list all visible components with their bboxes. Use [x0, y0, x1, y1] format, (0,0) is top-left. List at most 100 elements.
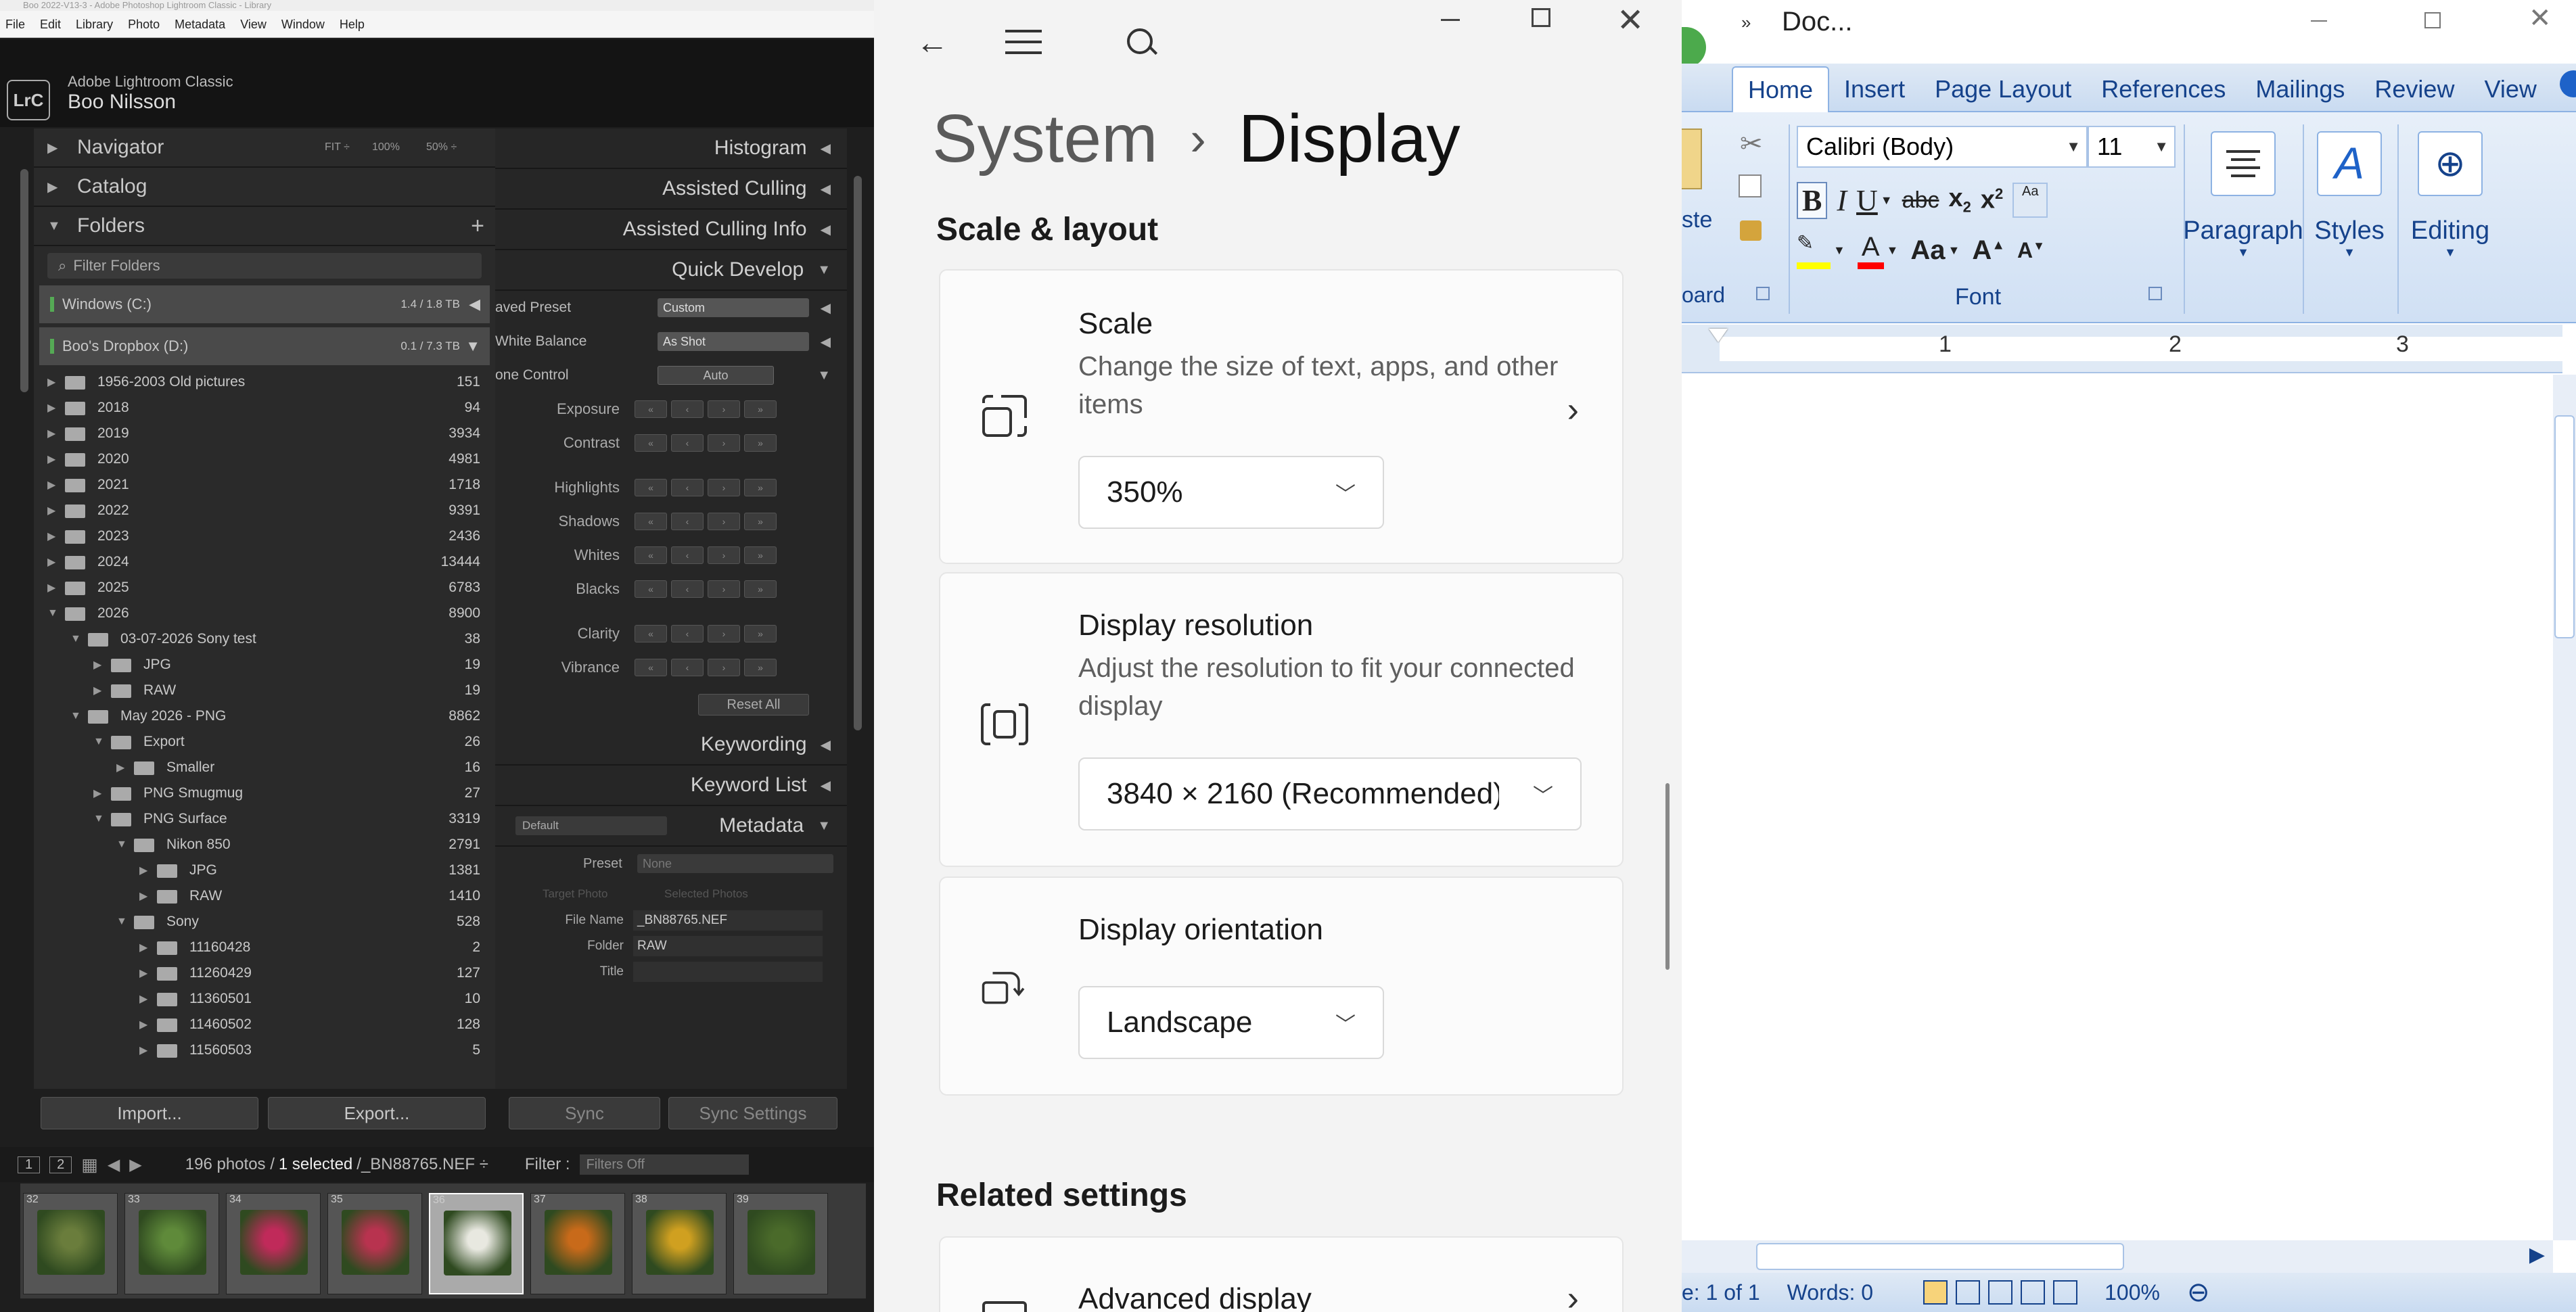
- collapse-icon[interactable]: ▶: [47, 478, 65, 492]
- collapse-icon[interactable]: ▶: [93, 658, 111, 672]
- folder-item[interactable]: ▶ RAW 1410: [34, 883, 495, 909]
- adjust-button[interactable]: «: [635, 659, 667, 676]
- adjust-button[interactable]: ›: [708, 479, 740, 496]
- expand-icon[interactable]: ▼: [93, 813, 111, 825]
- adjust-button[interactable]: ›: [708, 513, 740, 530]
- adjust-button[interactable]: «: [635, 479, 667, 496]
- view-buttons[interactable]: [1923, 1280, 2078, 1305]
- search-icon[interactable]: [1127, 28, 1153, 54]
- clipboard-launcher-icon[interactable]: [1756, 287, 1770, 300]
- indent-marker-icon[interactable]: [1709, 329, 1728, 342]
- folders-header[interactable]: ▼ Folders +: [34, 207, 495, 246]
- forward-arrow-icon[interactable]: ▶: [129, 1155, 141, 1175]
- adjust-button[interactable]: ‹: [671, 513, 704, 530]
- collapse-icon[interactable]: ▶: [47, 581, 65, 594]
- target-photo-button[interactable]: Target Photo: [543, 887, 607, 901]
- quick-access-chevron-icon[interactable]: »: [1741, 12, 1751, 33]
- adjust-button[interactable]: »: [744, 625, 777, 642]
- histogram-header[interactable]: Histogram ◀: [495, 128, 847, 169]
- folder-item[interactable]: ▶ 2021 1718: [34, 472, 495, 498]
- copy-icon[interactable]: [1739, 174, 1762, 197]
- volume-d[interactable]: Boo's Dropbox (D:) 0.1 / 7.3 TB ▼: [39, 327, 490, 365]
- adjust-button[interactable]: «: [635, 546, 667, 564]
- folder-item[interactable]: ▶ Smaller 16: [34, 755, 495, 780]
- page-count[interactable]: e: 1 of 1: [1682, 1280, 1760, 1305]
- collapse-icon[interactable]: ▶: [93, 787, 111, 800]
- folder-item[interactable]: ▶ RAW 19: [34, 678, 495, 703]
- folder-item[interactable]: ▼ PNG Surface 3319: [34, 806, 495, 832]
- adjust-button[interactable]: »: [744, 434, 777, 452]
- collapse-icon[interactable]: ▶: [116, 761, 134, 774]
- filmstrip-thumbnail[interactable]: 34: [226, 1193, 321, 1294]
- word-count[interactable]: Words: 0: [1787, 1280, 1873, 1305]
- font-launcher-icon[interactable]: [2148, 287, 2162, 300]
- hamburger-menu-icon[interactable]: [1005, 30, 1042, 54]
- bold-button[interactable]: B: [1797, 181, 1828, 219]
- adjust-button[interactable]: ›: [708, 434, 740, 452]
- highlight-button[interactable]: ✎: [1797, 231, 1831, 269]
- import-button[interactable]: Import...: [41, 1097, 258, 1129]
- folder-item[interactable]: ▼ May 2026 - PNG 8862: [34, 703, 495, 729]
- add-folder-icon[interactable]: +: [471, 213, 484, 239]
- adjust-button[interactable]: ›: [708, 400, 740, 418]
- adjust-button[interactable]: »: [744, 580, 777, 598]
- collapse-icon[interactable]: ▶: [139, 889, 157, 903]
- collapse-icon[interactable]: ▶: [139, 941, 157, 954]
- font-size-box[interactable]: 11 ▼: [2088, 126, 2176, 168]
- menu-file[interactable]: File: [5, 11, 25, 38]
- close-button[interactable]: ✕: [1617, 1, 1644, 39]
- adjust-button[interactable]: «: [635, 580, 667, 598]
- folder-item[interactable]: ▶ 11560503 5: [34, 1037, 495, 1063]
- reset-all-button[interactable]: Reset All: [698, 694, 809, 716]
- expand-icon[interactable]: ▼: [70, 710, 88, 722]
- collapse-icon[interactable]: ▶: [47, 375, 65, 389]
- expand-icon[interactable]: ▼: [70, 633, 88, 645]
- vertical-scrollbar[interactable]: [2553, 375, 2576, 1240]
- auto-tone-button[interactable]: Auto: [658, 366, 774, 385]
- nav-100[interactable]: 100%: [372, 141, 400, 154]
- minimize-button[interactable]: [2311, 20, 2327, 22]
- collapse-icon[interactable]: ▶: [47, 530, 65, 543]
- editing-button[interactable]: ⊕ Editing ▼: [2400, 124, 2500, 321]
- expand-icon[interactable]: ▼: [93, 736, 111, 748]
- collapse-icon[interactable]: ▶: [47, 401, 65, 415]
- tab-insert[interactable]: Insert: [1829, 66, 1920, 112]
- menu-edit[interactable]: Edit: [40, 11, 61, 38]
- settings-scrollbar[interactable]: [1665, 783, 1670, 970]
- folder-item[interactable]: ▶1166050570: [34, 1063, 495, 1066]
- expand-icon[interactable]: ▼: [116, 839, 134, 851]
- adjust-button[interactable]: ‹: [671, 580, 704, 598]
- maximize-button[interactable]: [1532, 8, 1550, 27]
- subscript-button[interactable]: x2: [1948, 184, 1971, 216]
- assisted-culling-info-header[interactable]: Assisted Culling Info ◀: [495, 210, 847, 250]
- outline-icon[interactable]: [2021, 1280, 2046, 1305]
- filmstrip-thumbnail[interactable]: 32: [23, 1193, 118, 1294]
- clear-formatting-button[interactable]: Aa: [2013, 183, 2048, 218]
- paragraph-button[interactable]: Paragraph ▼: [2183, 124, 2303, 321]
- preset-select[interactable]: None: [637, 854, 833, 873]
- change-case-button[interactable]: Aa: [1910, 235, 1945, 266]
- keywording-header[interactable]: Keywording ◀: [495, 725, 847, 766]
- catalog-header[interactable]: ▶ Catalog: [34, 168, 495, 207]
- adjust-button[interactable]: ›: [708, 580, 740, 598]
- menu-photo[interactable]: Photo: [128, 11, 160, 38]
- chevron-right-icon[interactable]: ›: [1567, 390, 1579, 430]
- folder-item[interactable]: ▶ 2024 13444: [34, 549, 495, 575]
- advanced-display-card[interactable]: Advanced display ›: [939, 1236, 1624, 1312]
- left-panel-scrollbar[interactable]: [20, 169, 28, 392]
- menu-view[interactable]: View: [240, 11, 267, 38]
- back-arrow-icon[interactable]: ←: [916, 24, 948, 62]
- minimize-button[interactable]: [1441, 19, 1460, 21]
- print-layout-icon[interactable]: [1923, 1280, 1948, 1305]
- selected-photos-button[interactable]: Selected Photos: [664, 887, 748, 901]
- saved-preset-select[interactable]: Custom: [658, 298, 809, 317]
- folder-item[interactable]: ▶ 2019 3934: [34, 421, 495, 446]
- filmstrip-thumbnail[interactable]: 35: [327, 1193, 422, 1294]
- full-screen-icon[interactable]: [1956, 1280, 1981, 1305]
- sync-settings-button[interactable]: Sync Settings: [668, 1097, 837, 1129]
- filter-folders-input[interactable]: ⌕ Filter Folders: [47, 253, 482, 279]
- white-balance-select[interactable]: As Shot: [658, 332, 809, 351]
- grow-font-button[interactable]: A▲: [1972, 235, 2005, 266]
- font-color-button[interactable]: A: [1857, 232, 1884, 269]
- shrink-font-button[interactable]: A▼: [2017, 238, 2045, 263]
